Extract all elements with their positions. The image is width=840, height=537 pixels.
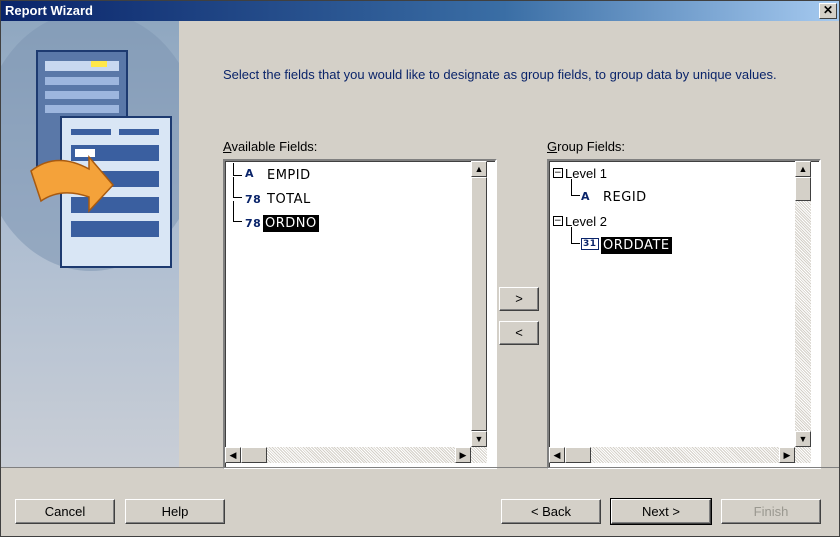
list-item[interactable]: 78 TOTAL (231, 177, 471, 209)
tree-node-level[interactable]: − Level 2 (551, 211, 791, 231)
scroll-thumb[interactable] (471, 177, 487, 431)
scroll-right-button[interactable]: ▶ (455, 447, 471, 463)
text-type-icon: A (581, 190, 591, 203)
add-group-field-button[interactable]: > (499, 287, 539, 311)
window-title: Report Wizard (5, 3, 93, 18)
collapse-icon[interactable]: − (553, 216, 563, 226)
scroll-down-button[interactable]: ▼ (795, 431, 811, 447)
level-name: Level 2 (565, 214, 607, 229)
group-fields-tree[interactable]: − Level 1 A REGID − Level 2 31 ORDDATE ▲… (547, 159, 821, 469)
tree-node-level[interactable]: − Level 1 (551, 163, 791, 183)
scroll-thumb[interactable] (795, 177, 811, 201)
scroll-left-button[interactable]: ◀ (549, 447, 565, 463)
title-bar[interactable]: Report Wizard ✕ (1, 1, 839, 21)
horizontal-scrollbar[interactable]: ◀ ▶ (549, 447, 811, 463)
tree-node-field[interactable]: A REGID (571, 179, 791, 207)
scroll-thumb[interactable] (565, 447, 591, 463)
level-name: Level 1 (565, 166, 607, 181)
field-name: TOTAL (267, 192, 311, 207)
help-button[interactable]: Help (125, 499, 225, 524)
calendar-date-icon: 31 (581, 238, 599, 250)
scroll-thumb[interactable] (241, 447, 267, 463)
scroll-left-button[interactable]: ◀ (225, 447, 241, 463)
available-fields-label: Available Fields: (223, 139, 318, 154)
scroll-right-button[interactable]: ▶ (779, 447, 795, 463)
field-name: ORDDATE (601, 237, 672, 254)
field-name: ORDNO (263, 215, 319, 232)
vertical-scrollbar[interactable]: ▲ ▼ (471, 161, 487, 447)
available-fields-listbox[interactable]: A EMPID 78 TOTAL 78 ORDNO ▲ ▼ ◀ ▶ (223, 159, 497, 469)
finish-button: Finish (721, 499, 821, 524)
remove-group-field-button[interactable]: < (499, 321, 539, 345)
close-button[interactable]: ✕ (819, 3, 837, 19)
collapse-icon[interactable]: − (553, 168, 563, 178)
wizard-illustration (1, 21, 179, 467)
report-illustration-icon (1, 21, 179, 271)
instructions-text: Select the fields that you would like to… (223, 67, 777, 82)
horizontal-scrollbar[interactable]: ◀ ▶ (225, 447, 487, 463)
back-button[interactable]: < Back (501, 499, 601, 524)
scroll-up-button[interactable]: ▲ (471, 161, 487, 177)
list-item[interactable]: A EMPID (231, 163, 471, 185)
text-type-icon: A (245, 167, 255, 180)
number-type-icon: 78 (245, 193, 262, 206)
group-fields-label: Group Fields: (547, 139, 626, 154)
report-wizard-window: Report Wizard ✕ Select the fields that y… (0, 0, 840, 537)
field-name: EMPID (267, 168, 311, 183)
number-type-icon: 78 (245, 217, 262, 230)
cancel-button[interactable]: Cancel (15, 499, 115, 524)
list-item[interactable]: 78 ORDNO (231, 201, 471, 233)
field-name: REGID (603, 190, 647, 205)
vertical-scrollbar[interactable]: ▲ ▼ (795, 161, 811, 447)
wizard-content: Select the fields that you would like to… (1, 21, 839, 469)
wizard-footer: Cancel Help < Back Next > Finish (1, 469, 839, 536)
scroll-up-button[interactable]: ▲ (795, 161, 811, 177)
next-button[interactable]: Next > (610, 498, 712, 525)
scroll-down-button[interactable]: ▼ (471, 431, 487, 447)
tree-node-field[interactable]: 31 ORDDATE (571, 227, 791, 255)
